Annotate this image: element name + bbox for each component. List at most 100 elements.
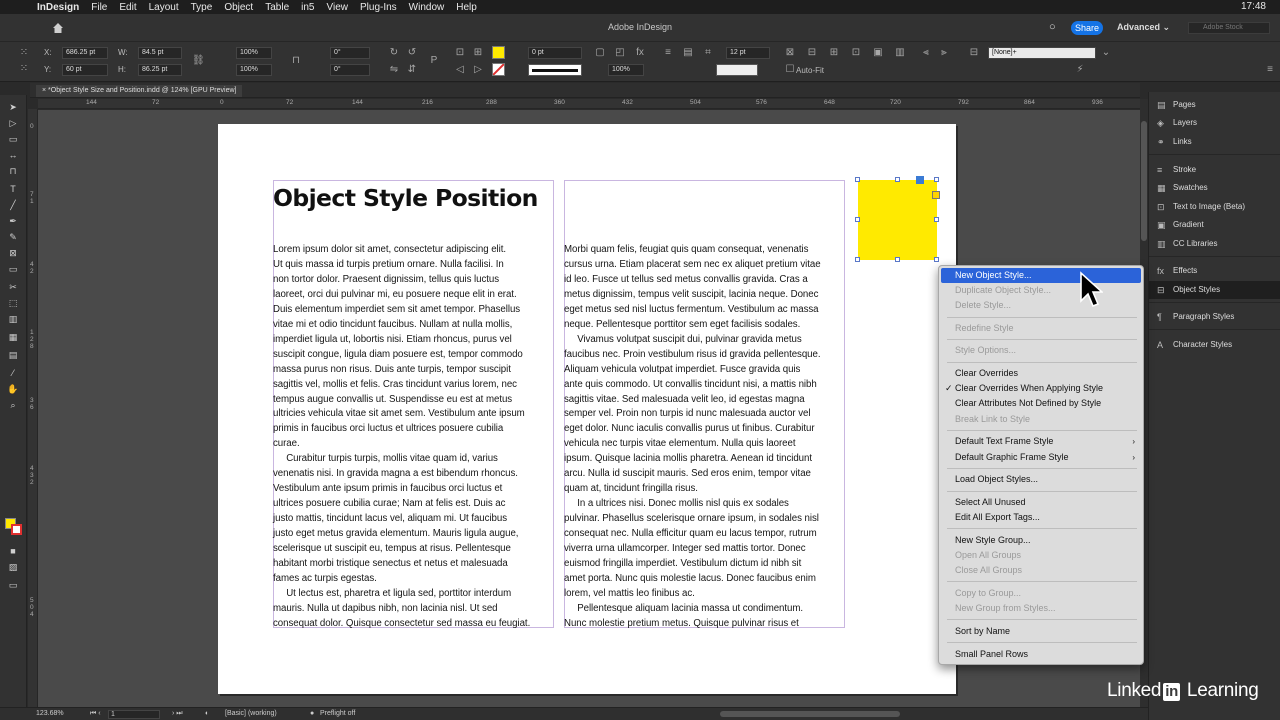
gradient-feather-tool-icon[interactable]: ▦	[7, 331, 19, 343]
panel-text-to-image[interactable]: ⊡ Text to Image (Beta)	[1149, 198, 1280, 216]
zoom-tool-icon[interactable]: ⌕	[7, 399, 19, 411]
panel-gradient[interactable]: ▣ Gradient	[1149, 216, 1280, 234]
panel-effects[interactable]: fx Effects	[1149, 262, 1280, 280]
rectangle-frame-tool-icon[interactable]: ⊠	[7, 247, 19, 259]
vertical-ruler[interactable]: 0 7 1 4 2 1 2 8 3 6 4 3 2 5 0 4	[28, 109, 38, 707]
panel-character-styles[interactable]: A Character Styles	[1149, 336, 1280, 354]
horizontal-ruler[interactable]: 144 72 0 72 144 216 288 360 432 504 576 …	[38, 99, 1140, 109]
panel-cc-libraries[interactable]: ▥ CC Libraries	[1149, 235, 1280, 253]
menu-item-sort-by-name[interactable]: Sort by Name	[941, 624, 1141, 639]
shear-angle-field[interactable]: 0°	[330, 64, 370, 76]
object-style-dropdown[interactable]: [None]+	[988, 47, 1096, 59]
text-wrap-shape-icon[interactable]: ⌗	[702, 47, 714, 59]
panel-links[interactable]: ⚭ Links	[1149, 133, 1280, 151]
text-wrap-bbox-icon[interactable]: ▤	[682, 47, 694, 59]
menu-item-new-group-from-styles[interactable]: New Group from Styles...	[941, 601, 1141, 616]
menu-item-break-link[interactable]: Break Link to Style	[941, 412, 1141, 427]
next-page-icon[interactable]: › ⏭	[172, 710, 183, 718]
link-icon[interactable]: ⊓	[290, 55, 302, 67]
menu-view[interactable]: View	[326, 2, 348, 13]
selection-handle[interactable]	[934, 217, 939, 222]
menu-item-small-panel-rows[interactable]: Small Panel Rows	[941, 647, 1141, 662]
reference-point-icon[interactable]: ⁙	[18, 63, 30, 75]
share-button[interactable]: Share	[1071, 21, 1103, 35]
panel-stroke[interactable]: ≡ Stroke	[1149, 161, 1280, 179]
menu-table[interactable]: Table	[265, 2, 289, 13]
y-position-field[interactable]: 60 pt	[62, 64, 108, 76]
menu-item-load-object-styles[interactable]: Load Object Styles...	[941, 472, 1141, 487]
scale-y-field[interactable]: 100%	[236, 64, 272, 76]
fit-frame-icon[interactable]: ⊞	[828, 47, 840, 59]
select-content-icon[interactable]: ⊞	[472, 47, 484, 59]
menu-window[interactable]: Window	[409, 2, 445, 13]
menu-item-style-options[interactable]: Style Options...	[941, 343, 1141, 358]
text-wrap-icon[interactable]: ≡	[662, 47, 674, 59]
menu-file[interactable]: File	[91, 2, 107, 13]
select-next-icon[interactable]: ▷	[472, 64, 484, 76]
fx-icon[interactable]: fx	[634, 47, 646, 59]
flip-horizontal-icon[interactable]: ⇋	[388, 64, 400, 76]
stroke-weight-field[interactable]: 0 pt	[528, 47, 582, 59]
horizontal-scrollbar-thumb[interactable]	[720, 711, 900, 717]
adobe-stock-search[interactable]: Adobe Stock	[1188, 22, 1270, 34]
selection-tool-icon[interactable]: ➤	[7, 101, 19, 113]
menu-item-clear-overrides-when-applying[interactable]: ✓ Clear Overrides When Applying Style	[941, 381, 1141, 396]
menu-item-clear-attributes[interactable]: Clear Attributes Not Defined by Style	[941, 396, 1141, 411]
opacity-field[interactable]: 100%	[608, 64, 644, 76]
hand-tool-icon[interactable]: ✋	[7, 383, 19, 395]
rotate-ccw-icon[interactable]: ↺	[406, 47, 418, 59]
autofit-checkbox[interactable]: ☐	[784, 64, 796, 76]
type-tool-icon[interactable]: T	[7, 183, 19, 195]
live-corner-icon[interactable]	[932, 191, 940, 199]
direct-selection-tool-icon[interactable]: ▷	[7, 117, 19, 129]
menu-item-edit-all-export-tags[interactable]: Edit All Export Tags...	[941, 510, 1141, 525]
menu-type[interactable]: Type	[191, 2, 213, 13]
center-content-icon[interactable]: ⊡	[850, 47, 862, 59]
preflight-status[interactable]: Preflight off	[320, 710, 355, 717]
align-stroke-icon[interactable]: ▢	[594, 47, 606, 59]
menu-item-delete-style[interactable]: Delete Style...	[941, 298, 1141, 313]
open-in-new-window-icon[interactable]: ◐	[205, 710, 209, 717]
chevron-down-icon[interactable]: ⌄	[1100, 47, 1112, 59]
menu-item-default-text-frame-style[interactable]: Default Text Frame Style ›	[941, 434, 1141, 449]
pen-tool-icon[interactable]: ✒	[7, 215, 19, 227]
menu-layout[interactable]: Layout	[149, 2, 179, 13]
panel-object-styles[interactable]: ⊟ Object Styles	[1149, 281, 1280, 299]
fit-content-icon[interactable]: ⊟	[806, 47, 818, 59]
fill-frame-icon[interactable]: ⊠	[784, 47, 796, 59]
menu-item-close-all-groups[interactable]: Close All Groups	[941, 563, 1141, 578]
rotate-cw-icon[interactable]: ↻	[388, 47, 400, 59]
panel-menu-icon[interactable]: ≡	[1264, 64, 1276, 76]
corner-options-icon[interactable]: ◰	[614, 47, 626, 59]
free-transform-tool-icon[interactable]: ⬚	[7, 297, 19, 309]
flip-vertical-icon[interactable]: ⇵	[406, 64, 418, 76]
first-page-icon[interactable]: ⏮ ‹	[90, 710, 101, 718]
lightbulb-icon[interactable]: ○	[1049, 21, 1061, 35]
menu-item-copy-to-group[interactable]: Copy to Group...	[941, 586, 1141, 601]
gradient-swatch-tool-icon[interactable]: ▥	[7, 313, 19, 325]
frame-fitting-preview[interactable]	[716, 64, 758, 76]
menu-item-duplicate-object-style[interactable]: Duplicate Object Style...	[941, 283, 1141, 298]
paragraph-icon[interactable]: P	[428, 55, 440, 67]
gutter-field[interactable]: 12 pt	[726, 47, 770, 59]
fit-proportionally-icon[interactable]: ▣	[872, 47, 884, 59]
page-number-field[interactable]: 1	[108, 710, 160, 719]
gap-tool-icon[interactable]: ↔	[7, 149, 19, 161]
menu-help[interactable]: Help	[456, 2, 477, 13]
selection-handle[interactable]	[895, 177, 900, 182]
quick-apply-icon[interactable]: ⚡	[1074, 64, 1086, 76]
select-container-icon[interactable]: ⊡	[454, 47, 466, 59]
content-aware-fit-icon[interactable]: ▥	[894, 47, 906, 59]
content-collector-icon[interactable]: ⊓	[7, 165, 19, 177]
rotation-angle-field[interactable]: 0°	[330, 47, 370, 59]
selection-handle[interactable]	[855, 217, 860, 222]
selection-handle[interactable]	[934, 177, 939, 182]
fill-swatch[interactable]	[492, 46, 505, 59]
selection-handle[interactable]	[855, 257, 860, 262]
selection-handle[interactable]	[895, 257, 900, 262]
stroke-type-dropdown[interactable]	[528, 64, 582, 76]
page-tool-icon[interactable]: ▭	[7, 133, 19, 145]
menu-item-clear-overrides[interactable]: Clear Overrides	[941, 366, 1141, 381]
menu-item-new-style-group[interactable]: New Style Group...	[941, 533, 1141, 548]
menu-plugins[interactable]: Plug-Ins	[360, 2, 397, 13]
